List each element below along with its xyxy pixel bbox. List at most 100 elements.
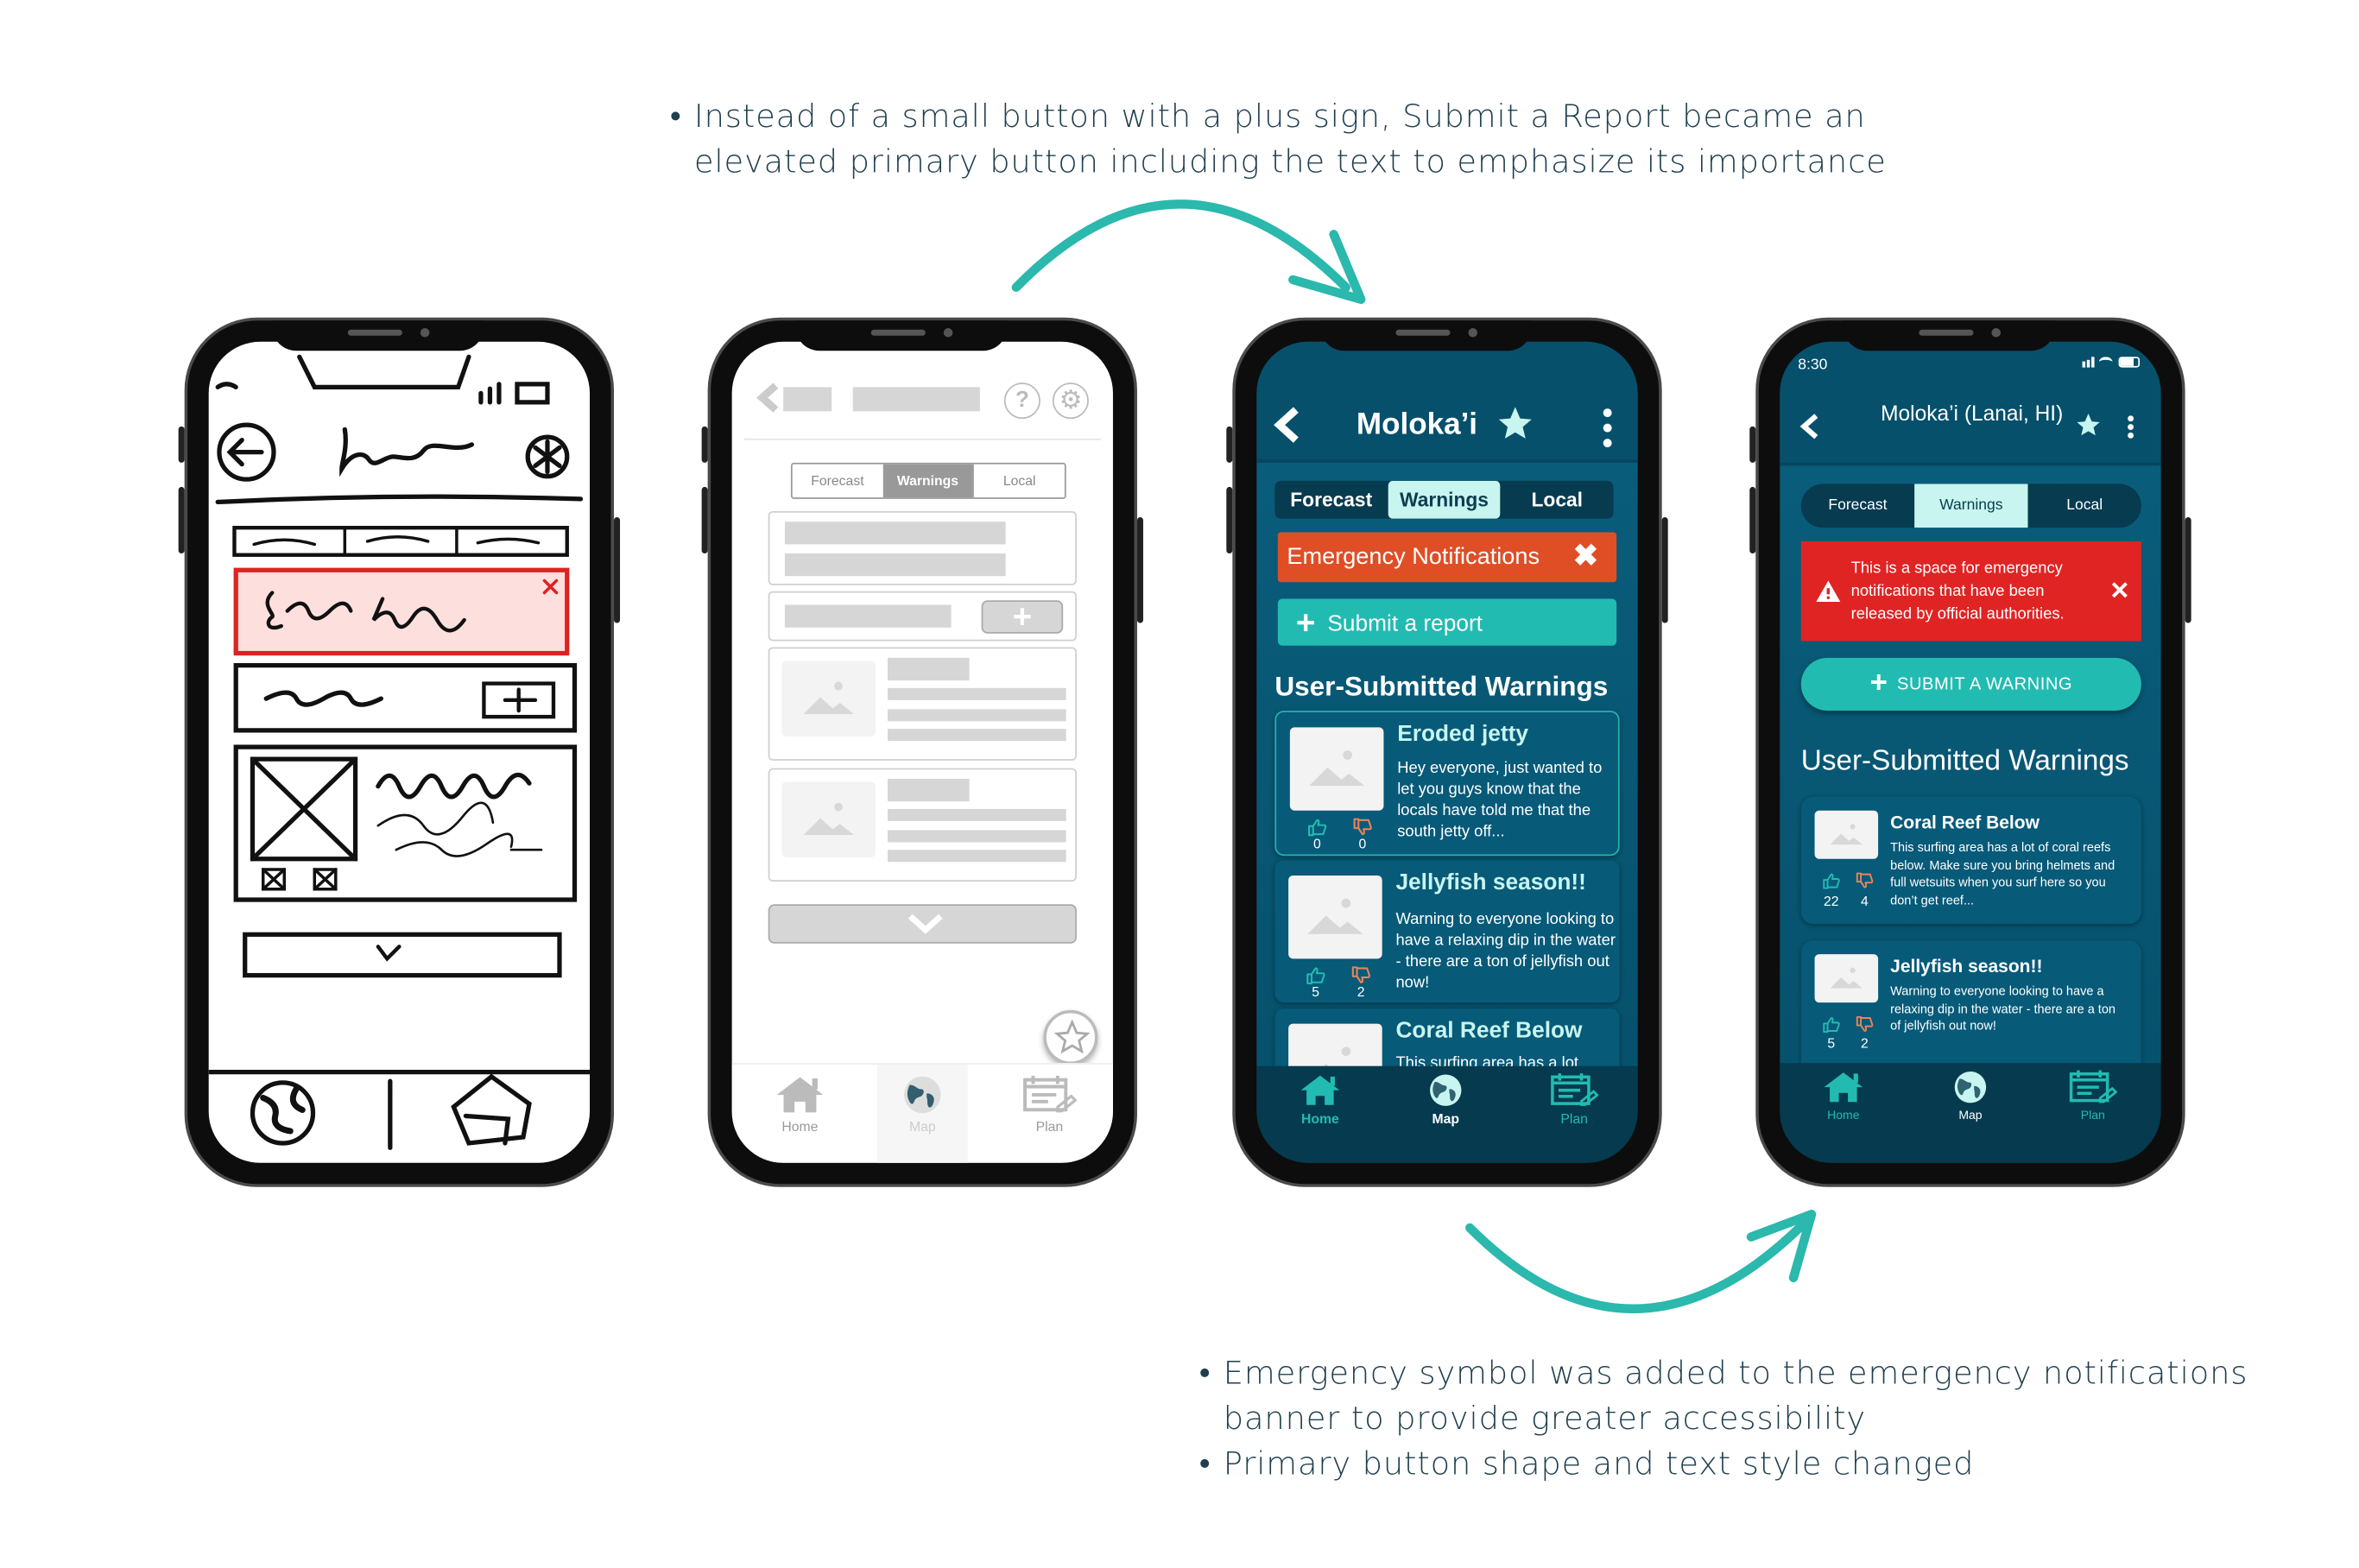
tab-bar: Forecast Warnings Local	[1800, 484, 2141, 528]
thumbs-up-icon[interactable]	[1305, 966, 1326, 984]
globe-icon	[1426, 1072, 1465, 1109]
thumbs-up-icon[interactable]	[1306, 818, 1328, 836]
card-placeholder[interactable]	[768, 768, 1077, 882]
tab-forecast[interactable]: Forecast	[793, 465, 883, 498]
tab-bar: Forecast Warnings Local	[790, 462, 1066, 499]
plan-icon	[2069, 1069, 2117, 1105]
more-menu-icon[interactable]	[2128, 414, 2134, 439]
plan-icon	[1022, 1073, 1077, 1116]
emergency-notifications-banner: This is a space for emergency notificati…	[1800, 541, 2141, 642]
title-placeholder	[852, 387, 980, 412]
star-icon[interactable]	[1494, 404, 1536, 444]
warning-card[interactable]: 5 2 Jellyfish season!! Warning to everyo…	[1800, 940, 2141, 1077]
card-body: This surfing area has a lot of coral ree…	[1890, 838, 2116, 907]
nav-label: Home	[1300, 1111, 1339, 1127]
upvote-count: 5	[1312, 984, 1320, 1000]
close-icon[interactable]: ✕	[2109, 576, 2129, 606]
back-chevron-icon[interactable]	[756, 381, 781, 414]
section-heading: User-Submitted Warnings	[1800, 745, 2129, 778]
plan-icon	[1550, 1072, 1598, 1109]
home-icon	[1821, 1069, 1867, 1105]
warning-icon	[1816, 580, 1841, 603]
nav-plan[interactable]: Plan	[1004, 1073, 1095, 1134]
tab-local[interactable]: Local	[972, 464, 1065, 498]
plus-button[interactable]: +	[981, 599, 1064, 634]
phone-hifi-v1: Moloka’i Forecast Warnings Local Emergen…	[1226, 317, 1668, 1187]
nav-home[interactable]: Home	[1798, 1069, 1888, 1122]
downvote-count: 2	[1357, 984, 1365, 1000]
image-placeholder-icon	[781, 661, 876, 737]
bottom-nav: Home Map Plan	[1780, 1063, 2161, 1163]
close-icon[interactable]: ✖	[1573, 532, 1598, 582]
emergency-label: Emergency Notifications	[1287, 544, 1540, 571]
house-icon	[451, 1073, 532, 1146]
warning-card[interactable]: 0 0 Eroded jetty Hey everyone, just want…	[1274, 711, 1620, 857]
image-placeholder-icon	[1289, 727, 1384, 811]
emergency-notifications-banner[interactable]: Emergency Notifications ✖	[1277, 532, 1617, 583]
nav-map[interactable]: Map	[876, 1064, 968, 1163]
tab-forecast[interactable]: Forecast	[1274, 481, 1388, 519]
globe-icon	[900, 1073, 945, 1116]
nav-label: Plan	[1560, 1111, 1588, 1127]
submit-placeholder: +	[768, 591, 1077, 642]
image-placeholder-icon	[1288, 876, 1382, 959]
phone-sketch	[178, 317, 621, 1187]
thumbs-up-icon[interactable]	[1821, 873, 1843, 889]
gear-icon[interactable]: ⚙	[1052, 383, 1089, 420]
thumbs-up-icon[interactable]	[1821, 1016, 1843, 1033]
tab-warnings[interactable]: Warnings	[1914, 484, 2028, 528]
status-icons	[2082, 357, 2143, 369]
thumbs-down-icon[interactable]	[1854, 1016, 1875, 1033]
star-icon[interactable]	[2075, 411, 2103, 439]
card-body: Hey everyone, just wanted to let you guy…	[1397, 759, 1603, 841]
page-title: Moloka’i (Lanai, HI)	[1881, 401, 2064, 426]
card-title: Eroded jetty	[1397, 721, 1529, 748]
upvote-count: 22	[1824, 894, 1839, 909]
nav-plan[interactable]: Plan	[2047, 1069, 2138, 1122]
nav-plan[interactable]: Plan	[1529, 1072, 1620, 1127]
thumbs-down-icon[interactable]	[1352, 818, 1374, 836]
nav-label: Map	[908, 1118, 936, 1135]
card-body: Warning to everyone looking to have a re…	[1890, 983, 2116, 1034]
tab-bar: Forecast Warnings Local	[1274, 480, 1614, 519]
card-title: Coral Reef Below	[1890, 812, 2040, 833]
thumbs-down-icon[interactable]	[1854, 873, 1875, 889]
card-title: Jellyfish season!!	[1890, 955, 2043, 977]
nav-map[interactable]: Map	[1925, 1069, 2015, 1122]
nav-label: Home	[781, 1118, 819, 1135]
upvote-count: 0	[1312, 836, 1321, 851]
image-placeholder-icon	[1814, 954, 1879, 1003]
nav-map[interactable]: Map	[1401, 1072, 1491, 1127]
downvote-count: 0	[1358, 836, 1367, 851]
tab-local[interactable]: Local	[2027, 484, 2141, 528]
submit-report-button[interactable]: + Submit a report	[1277, 598, 1617, 646]
nav-label: Plan	[2080, 1108, 2105, 1122]
plus-icon: +	[1295, 603, 1316, 642]
back-chevron-icon[interactable]	[1272, 405, 1302, 445]
back-chevron-icon[interactable]	[1798, 411, 1822, 441]
arrow-top	[1011, 199, 1350, 293]
tab-warnings[interactable]: Warnings	[1388, 480, 1501, 519]
thumbs-down-icon[interactable]	[1350, 966, 1372, 984]
chevron-down-icon	[908, 914, 943, 934]
warning-card[interactable]: 5 2 Jellyfish season!! Warning to everyo…	[1274, 860, 1620, 1003]
card-placeholder[interactable]	[768, 647, 1077, 761]
home-icon	[1298, 1072, 1344, 1109]
expand-button[interactable]	[768, 904, 1077, 944]
nav-home[interactable]: Home	[1274, 1072, 1365, 1127]
favorite-button[interactable]	[1043, 1009, 1098, 1065]
help-icon[interactable]: ?	[1003, 383, 1040, 420]
card-body: Warning to everyone looking to have a re…	[1395, 910, 1616, 992]
tab-forecast[interactable]: Forecast	[1801, 484, 1914, 528]
more-menu-icon[interactable]	[1603, 405, 1612, 448]
tab-warnings[interactable]: Warnings	[882, 464, 973, 498]
status-time: 8:30	[1798, 357, 1828, 374]
submit-warning-button[interactable]: + SUBMIT A WARNING	[1800, 657, 2141, 711]
warning-card[interactable]: 22 4 Coral Reef Below This surfing area …	[1800, 796, 2141, 925]
card-title: Jellyfish season!!	[1395, 869, 1586, 895]
nav-home[interactable]: Home	[755, 1073, 845, 1134]
tab-local[interactable]: Local	[1501, 481, 1614, 519]
phone-hifi-v2: 8:30 Moloka’i (Lanai, HI) Forecast Warni…	[1749, 317, 2191, 1187]
card-title: Coral Reef Below	[1395, 1017, 1583, 1044]
image-placeholder-icon	[1814, 810, 1879, 859]
